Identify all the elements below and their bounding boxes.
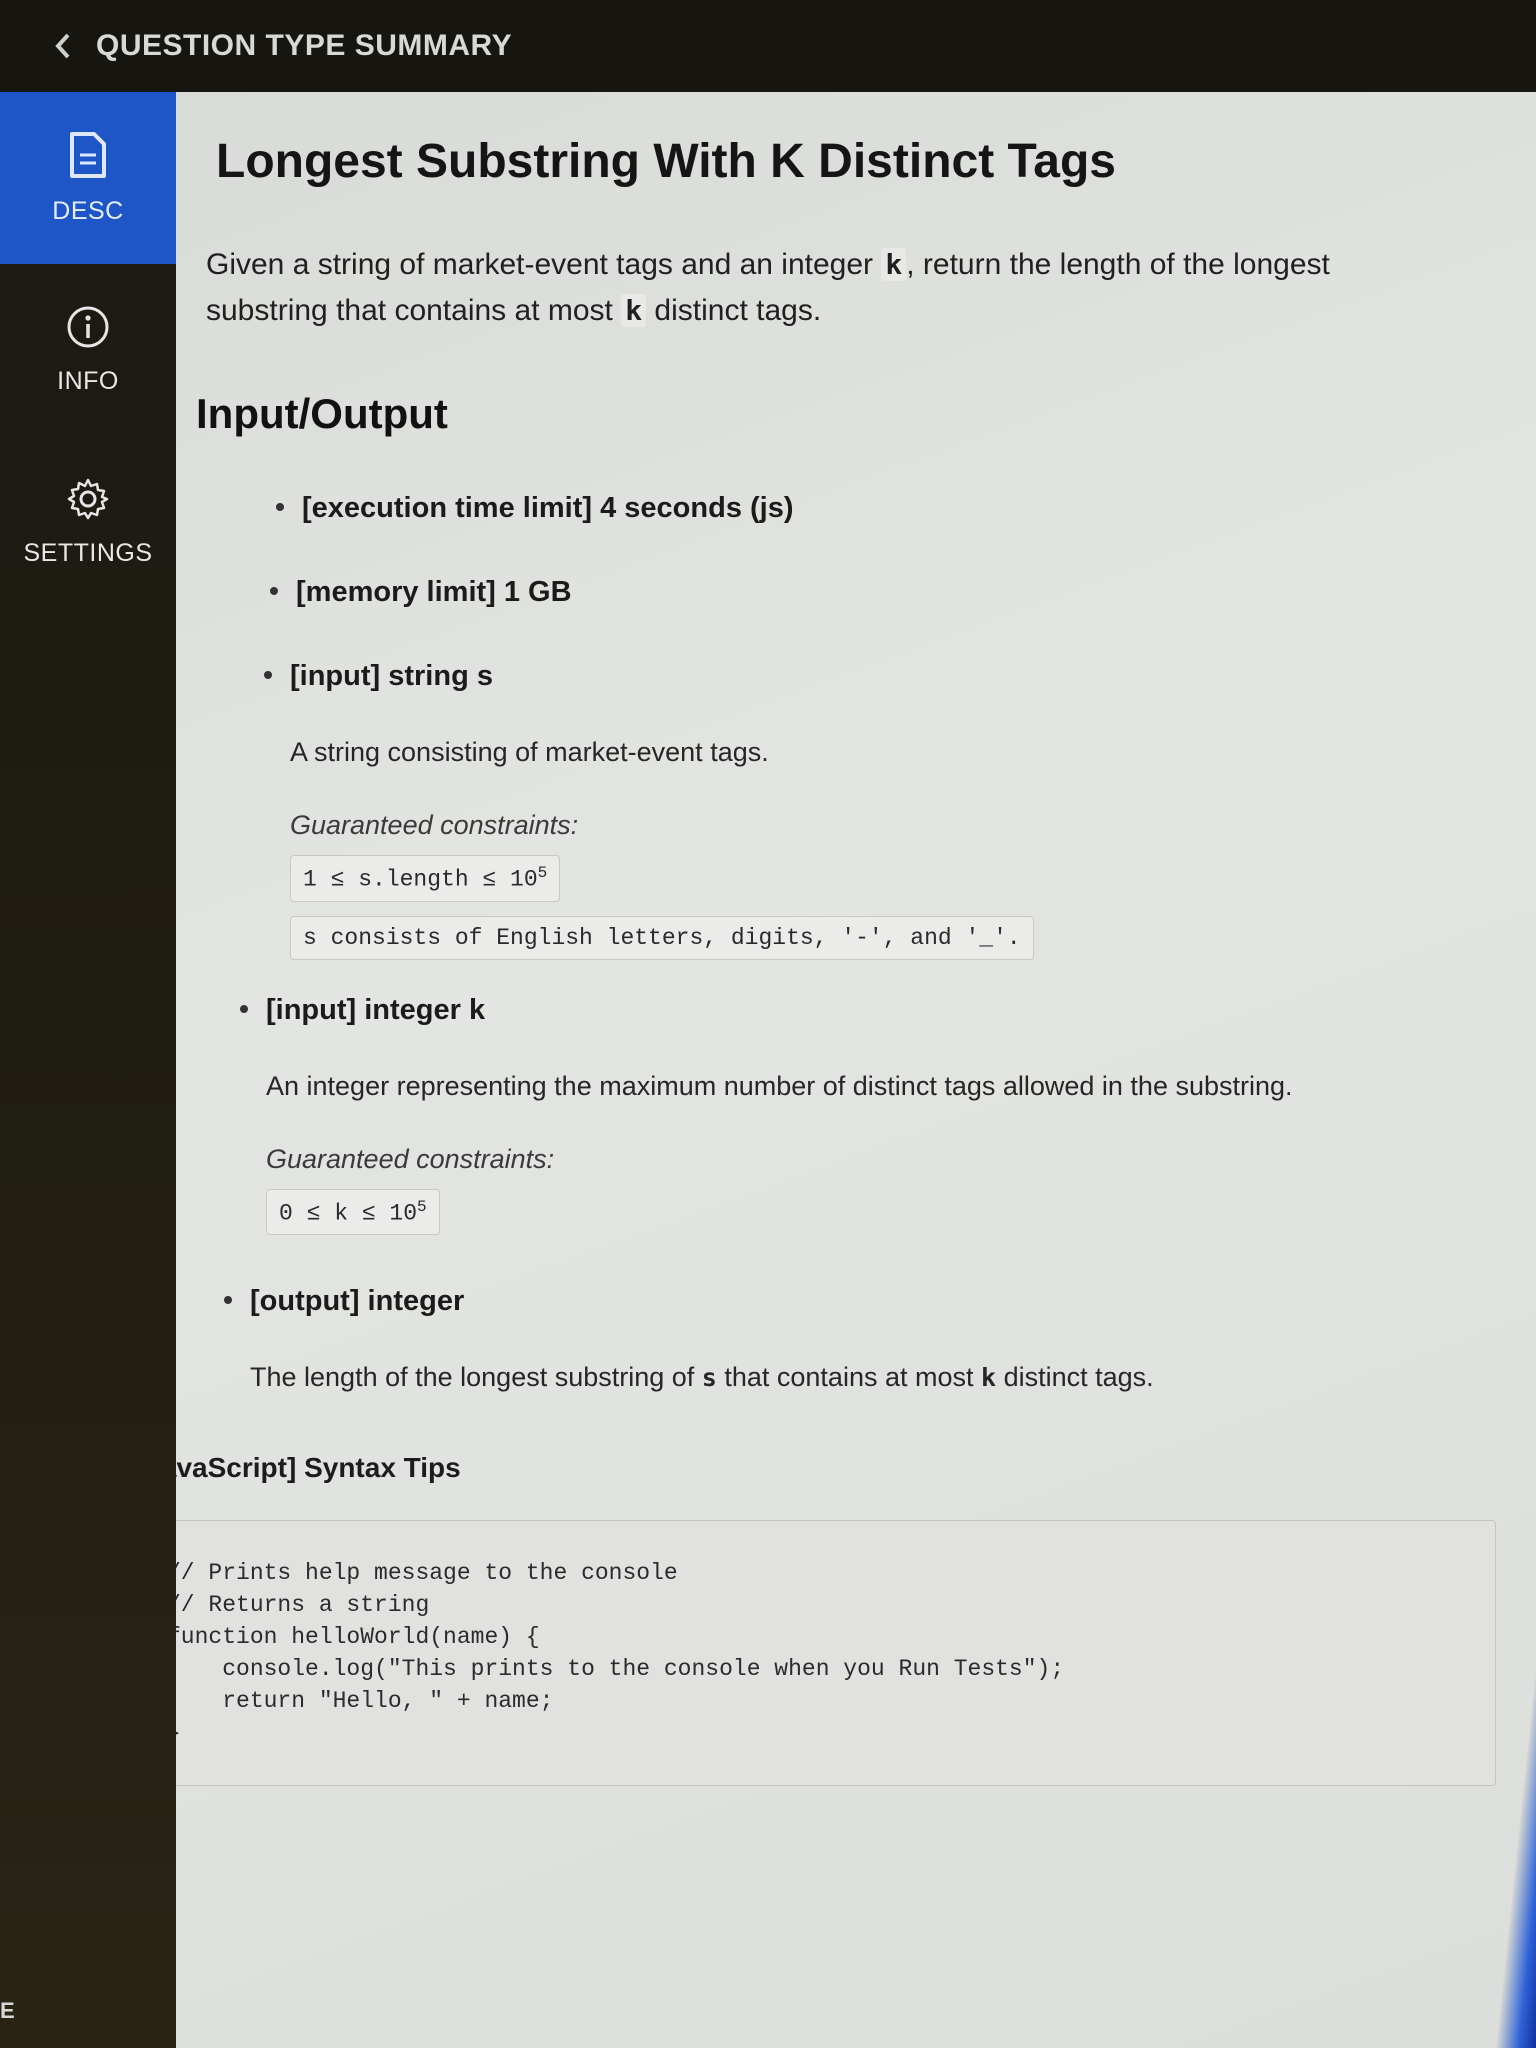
sidebar-item-label: INFO [57, 366, 119, 395]
sidebar-item-info[interactable]: INFO [0, 264, 176, 436]
io-item-head: [output] integer [250, 1285, 465, 1318]
constraints-label: Guaranteed constraints: [290, 810, 579, 840]
description-panel: Longest Substring With K Distinct Tags G… [176, 92, 1536, 2048]
io-item-body: A string consisting of market-event tags… [290, 737, 769, 767]
constraint-code: s consists of English letters, digits, '… [290, 915, 1034, 960]
io-item-head: [execution time limit] 4 seconds (js) [302, 492, 794, 524]
sidebar-item-settings[interactable]: SETTINGS [0, 436, 176, 608]
io-list: [execution time limit] 4 seconds (js) [m… [206, 488, 1466, 1396]
sidebar-bottom-fragment: E [0, 1998, 15, 2023]
page-title: QUESTION TYPE SUMMARY [96, 29, 513, 62]
list-item: [output] integer The length of the longe… [224, 1281, 1466, 1396]
sidebar-item-label: SETTINGS [23, 538, 153, 567]
chevron-left-icon[interactable] [48, 31, 78, 61]
sidebar-item-desc[interactable]: DESC [0, 92, 176, 264]
io-section-title: Input/Output [196, 390, 448, 437]
info-icon [67, 306, 109, 347]
top-bar: QUESTION TYPE SUMMARY [0, 0, 1536, 92]
gear-icon [67, 478, 109, 519]
document-icon [70, 131, 106, 178]
inline-code-k: k [621, 294, 647, 327]
problem-title: Longest Substring With K Distinct Tags [216, 135, 1116, 188]
inline-code-k: k [981, 1363, 997, 1393]
io-item-head: [input] integer k [266, 993, 486, 1026]
list-item: [input] integer k An integer representin… [240, 990, 1466, 1236]
constraint-code: 1 ≤ s.length ≤ 105 [290, 855, 561, 902]
io-item-head: [input] string s [290, 660, 493, 692]
code-block: // Prints help message to the console //… [176, 1520, 1496, 1787]
sidebar-item-label: DESC [52, 196, 124, 225]
io-item-head: [memory limit] 1 GB [296, 576, 572, 608]
list-item: [memory limit] 1 GB [270, 572, 1466, 612]
inline-code-k: k [881, 248, 907, 281]
io-item-body: An integer representing the maximum numb… [266, 1070, 1293, 1101]
panel-edge [1496, 1392, 1536, 2048]
io-item-body: The length of the longest substring of s… [250, 1362, 1154, 1393]
syntax-tips-title: [JavaScript] Syntax Tips [176, 1452, 461, 1484]
constraints-label: Guaranteed constraints: [266, 1143, 555, 1174]
constraint-code: 0 ≤ k ≤ 105 [266, 1188, 440, 1236]
problem-description: Given a string of market-event tags and … [206, 248, 1330, 327]
list-item: [execution time limit] 4 seconds (js) [276, 488, 1466, 528]
list-item: [input] string s A string consisting of … [264, 656, 1466, 960]
inline-code-s: s [701, 1363, 717, 1393]
sidebar: DESC INFO SETTINGS E [0, 92, 176, 2048]
